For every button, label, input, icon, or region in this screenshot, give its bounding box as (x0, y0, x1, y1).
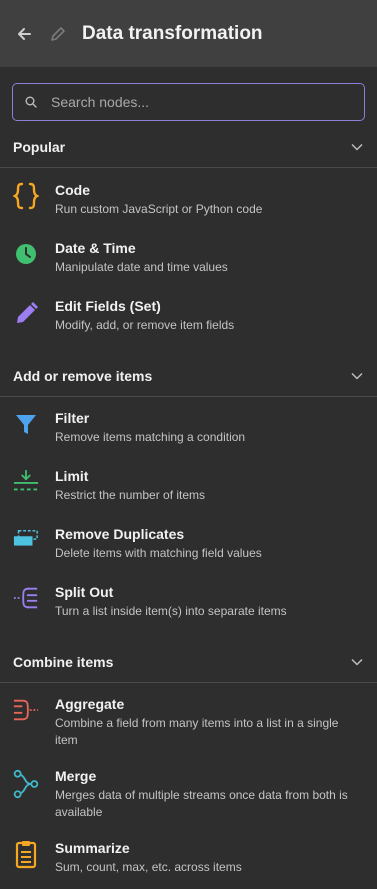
node-item-filter[interactable]: Filter Remove items matching a condition (0, 409, 377, 446)
search-icon (25, 96, 37, 108)
section-header-popular[interactable]: Popular (0, 127, 377, 168)
node-item-edit-fields[interactable]: Edit Fields (Set) Modify, add, or remove… (0, 297, 377, 334)
node-description: Run custom JavaScript or Python code (55, 202, 263, 216)
node-name: Aggregate (55, 696, 125, 712)
node-description: Combine a field from many items into a l… (55, 716, 339, 747)
node-name: Summarize (55, 840, 130, 856)
page-title: Data transformation (82, 22, 263, 44)
node-description: Sum, count, max, etc. across items (55, 860, 242, 874)
section-title: Combine items (13, 654, 114, 670)
code-braces-icon (13, 181, 39, 218)
node-description: Restrict the number of items (55, 488, 206, 502)
node-item-remove-duplicates[interactable]: Remove Duplicates Delete items with matc… (0, 525, 377, 562)
node-description: Delete items with matching field values (55, 546, 262, 560)
node-name: Merge (55, 768, 97, 784)
node-name: Filter (55, 410, 90, 426)
node-name: Date & Time (55, 240, 136, 256)
node-description: Remove items matching a condition (55, 430, 246, 444)
node-name: Split Out (55, 584, 114, 600)
aggregate-icon (13, 695, 39, 749)
split-out-icon (13, 583, 39, 620)
pen-icon (13, 297, 39, 334)
filter-icon (13, 409, 39, 446)
node-description: Modify, add, or remove item fields (55, 318, 235, 332)
node-name: Code (55, 182, 90, 198)
chevron-down-icon[interactable] (350, 655, 364, 669)
clock-icon (13, 239, 39, 276)
search-box[interactable] (12, 83, 365, 121)
node-description: Turn a list inside item(s) into separate… (55, 604, 287, 618)
remove-duplicates-icon (13, 525, 39, 562)
chevron-down-icon[interactable] (350, 140, 364, 154)
chevron-down-icon[interactable] (350, 369, 364, 383)
node-item-code[interactable]: Code Run custom JavaScript or Python cod… (0, 181, 377, 218)
clipboard-icon (13, 839, 39, 876)
section-title: Popular (13, 139, 66, 155)
arrow-left-icon (18, 27, 31, 40)
pencil-icon (51, 26, 65, 41)
node-item-merge[interactable]: Merge Merges data of multiple streams on… (0, 767, 377, 821)
node-item-limit[interactable]: Limit Restrict the number of items (0, 467, 377, 504)
node-item-summarize[interactable]: Summarize Sum, count, max, etc. across i… (0, 839, 377, 876)
panel-header: Data transformation (0, 0, 377, 67)
node-item-split-out[interactable]: Split Out Turn a list inside item(s) int… (0, 583, 377, 620)
section-header-add-remove[interactable]: Add or remove items (0, 356, 377, 397)
merge-icon (13, 767, 39, 821)
node-description: Merges data of multiple streams once dat… (55, 788, 348, 819)
search-input[interactable] (49, 93, 333, 111)
section-header-combine[interactable]: Combine items (0, 642, 377, 683)
node-item-aggregate[interactable]: Aggregate Combine a field from many item… (0, 695, 377, 749)
node-name: Limit (55, 468, 89, 484)
node-description: Manipulate date and time values (55, 260, 228, 274)
node-name: Edit Fields (Set) (55, 298, 161, 314)
rename-button[interactable] (48, 24, 68, 44)
node-name: Remove Duplicates (55, 526, 185, 542)
limit-icon (13, 467, 39, 504)
back-button[interactable] (14, 24, 34, 44)
node-item-date-time[interactable]: Date & Time Manipulate date and time val… (0, 239, 377, 276)
section-title: Add or remove items (13, 368, 153, 384)
